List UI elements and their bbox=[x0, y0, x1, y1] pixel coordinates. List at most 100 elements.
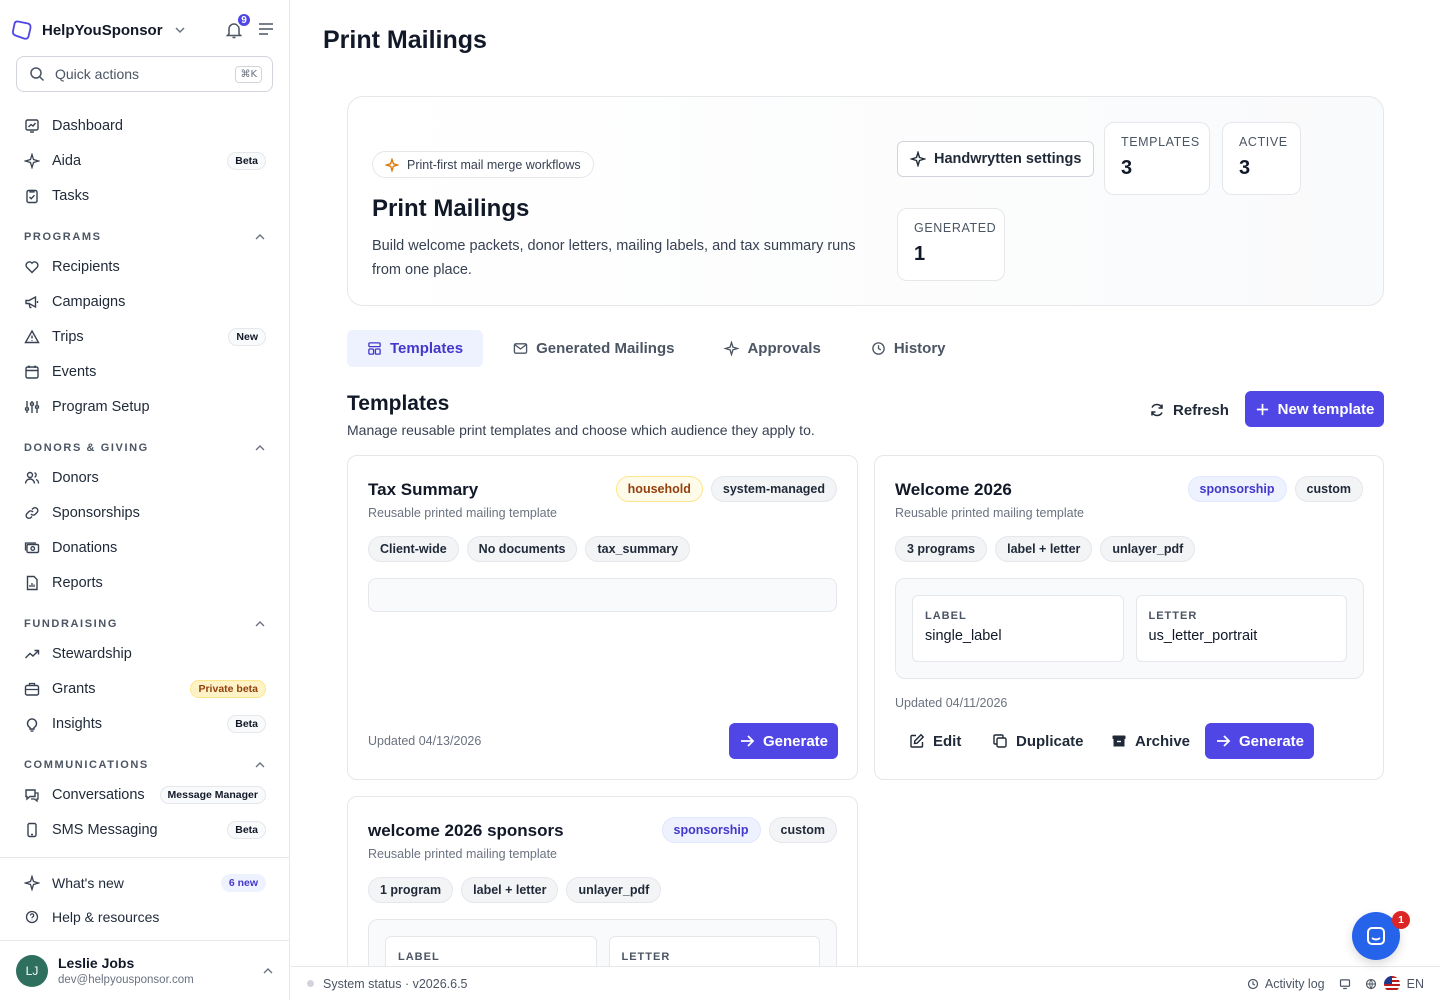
section-header-programs[interactable]: PROGRAMS bbox=[0, 213, 290, 249]
hero-pill: Print-first mail merge workflows bbox=[372, 151, 594, 178]
sidebar-item-help[interactable]: Help & resources bbox=[0, 900, 290, 934]
stat-value: 3 bbox=[1239, 157, 1251, 179]
stat-label: ACTIVE bbox=[1239, 135, 1288, 149]
menu-toggle-button[interactable] bbox=[258, 22, 274, 36]
sidebar-item-campaigns[interactable]: Campaigns bbox=[0, 284, 290, 319]
updated-date: Updated 04/13/2026 bbox=[368, 734, 482, 748]
template-icon bbox=[368, 342, 381, 355]
section-header-communications[interactable]: COMMUNICATIONS bbox=[0, 741, 290, 777]
sidebar-item-label: What's new bbox=[52, 875, 124, 891]
templates-section-subtitle: Manage reusable print templates and choo… bbox=[347, 422, 815, 438]
tab-label: History bbox=[893, 340, 946, 357]
sidebar-item-donors[interactable]: Donors bbox=[0, 460, 290, 495]
card-subtitle: Reusable printed mailing template bbox=[368, 506, 557, 520]
sidebar-item-insights[interactable]: Insights Beta bbox=[0, 706, 290, 741]
sidebar-item-whats-new[interactable]: What's new 6 new bbox=[0, 866, 290, 900]
sidebar-item-label: Events bbox=[52, 363, 97, 380]
archive-label: Archive bbox=[1135, 732, 1191, 750]
archive-button[interactable]: Archive bbox=[1097, 723, 1204, 759]
beta-badge: Beta bbox=[227, 151, 266, 170]
type-badge: custom bbox=[1294, 476, 1363, 502]
chat-icon bbox=[25, 788, 39, 802]
notification-count-badge: 9 bbox=[236, 12, 252, 28]
tab-templates[interactable]: Templates bbox=[347, 330, 484, 367]
template-card-tax-summary: Tax Summary Reusable printed mailing tem… bbox=[347, 455, 858, 780]
refresh-icon bbox=[1151, 403, 1163, 417]
chevron-down-icon bbox=[175, 27, 185, 34]
stat-label: TEMPLATES bbox=[1121, 135, 1200, 149]
tab-generated-mailings[interactable]: Generated Mailings bbox=[493, 330, 694, 367]
clock-icon bbox=[872, 342, 885, 355]
sidebar-nav: Dashboard Aida Beta Tasks PROGRAMS Recip… bbox=[0, 108, 290, 847]
sidebar-item-stewardship[interactable]: Stewardship bbox=[0, 636, 290, 671]
sidebar-item-sponsorships[interactable]: Sponsorships bbox=[0, 495, 290, 530]
card-subtitle: Reusable printed mailing template bbox=[368, 847, 557, 861]
user-name: Leslie Jobs bbox=[58, 955, 135, 971]
section-title: DONORS & GIVING bbox=[24, 442, 149, 454]
sidebar-item-grants[interactable]: Grants Private beta bbox=[0, 671, 290, 706]
chat-unread-badge: 1 bbox=[1392, 911, 1410, 929]
hero-title: Print Mailings bbox=[372, 195, 530, 222]
sidebar-item-reports[interactable]: Reports bbox=[0, 565, 290, 600]
activity-log-link[interactable]: Activity log bbox=[1247, 977, 1325, 991]
status-indicator bbox=[307, 980, 314, 987]
tag: 1 program bbox=[368, 877, 454, 903]
edit-button[interactable]: Edit bbox=[895, 723, 975, 759]
sidebar-item-events[interactable]: Events bbox=[0, 354, 290, 389]
generate-button[interactable]: Generate bbox=[729, 723, 838, 759]
tab-history[interactable]: History bbox=[851, 330, 966, 367]
format-value: single_label bbox=[925, 628, 1002, 644]
display-button[interactable] bbox=[1339, 978, 1351, 990]
user-menu[interactable]: LJ Leslie Jobs dev@helpyousponsor.com bbox=[0, 940, 290, 1000]
chat-icon bbox=[1367, 927, 1385, 945]
hero-pill-label: Print-first mail merge workflows bbox=[407, 157, 581, 172]
sidebar-item-donations[interactable]: Donations bbox=[0, 530, 290, 565]
tab-approvals[interactable]: Approvals bbox=[704, 330, 840, 367]
link-icon bbox=[25, 506, 39, 519]
monitor-icon bbox=[1339, 978, 1350, 989]
card-tags: 1 program label + letter unlayer_pdf bbox=[368, 877, 662, 903]
sidebar-item-recipients[interactable]: Recipients bbox=[0, 249, 290, 284]
section-header-donors-giving[interactable]: DONORS & GIVING bbox=[0, 424, 290, 460]
sidebar-item-sms-messaging[interactable]: SMS Messaging Beta bbox=[0, 812, 290, 847]
sidebar-item-program-setup[interactable]: Program Setup bbox=[0, 389, 290, 424]
section-header-fundraising[interactable]: FUNDRAISING bbox=[0, 600, 290, 636]
template-card-welcome-2026: Welcome 2026 Reusable printed mailing te… bbox=[874, 455, 1384, 780]
sidebar-item-dashboard[interactable]: Dashboard bbox=[0, 108, 290, 143]
sidebar-item-label: Grants bbox=[52, 680, 96, 697]
duplicate-button[interactable]: Duplicate bbox=[978, 723, 1098, 759]
tab-label: Approvals bbox=[747, 340, 821, 357]
section-title: PROGRAMS bbox=[24, 231, 102, 243]
label-format: LABEL single_label bbox=[912, 595, 1124, 662]
user-info: Leslie Jobs dev@helpyousponsor.com bbox=[58, 955, 194, 986]
refresh-button[interactable]: Refresh bbox=[1139, 394, 1239, 426]
sidebar-item-conversations[interactable]: Conversations Message Manager bbox=[0, 777, 290, 812]
clock-icon bbox=[1247, 978, 1258, 989]
audience-badge: sponsorship bbox=[661, 817, 761, 843]
card-tags: Client-wide No documents tax_summary bbox=[368, 536, 691, 562]
sidebar-item-trips[interactable]: Trips New bbox=[0, 319, 290, 354]
sidebar-item-tasks[interactable]: Tasks bbox=[0, 178, 290, 213]
briefcase-icon bbox=[24, 682, 40, 696]
format-box: LABEL LETTER bbox=[368, 919, 837, 966]
phone-icon bbox=[27, 822, 37, 837]
chevron-up-icon bbox=[263, 967, 273, 973]
card-badges: sponsorship custom bbox=[1187, 476, 1363, 502]
system-status[interactable]: System status · v2026.6.5 bbox=[323, 977, 468, 991]
sparkle-icon bbox=[724, 341, 740, 356]
format-box: LABEL single_label LETTER us_letter_port… bbox=[895, 578, 1364, 679]
beta-badge: Beta bbox=[227, 714, 266, 733]
handwrytten-settings-button[interactable]: Handwrytten settings bbox=[897, 141, 1095, 177]
new-template-button[interactable]: New template bbox=[1245, 391, 1384, 427]
sidebar-item-aida[interactable]: Aida Beta bbox=[0, 143, 290, 178]
generate-label: Generate bbox=[1238, 732, 1305, 750]
quick-actions-search[interactable]: Quick actions ⌘K bbox=[16, 56, 273, 92]
brand-switcher[interactable]: HelpYouSponsor bbox=[10, 16, 187, 44]
sparkle-icon bbox=[24, 875, 40, 891]
copy-icon bbox=[993, 734, 1007, 748]
generate-button[interactable]: Generate bbox=[1205, 723, 1314, 759]
sliders-icon bbox=[24, 400, 40, 413]
sidebar: HelpYouSponsor 9 Quick actions ⌘K Dashbo… bbox=[0, 0, 290, 1000]
sidebar-item-label: Dashboard bbox=[52, 117, 123, 134]
language-selector[interactable]: EN bbox=[1365, 975, 1424, 993]
